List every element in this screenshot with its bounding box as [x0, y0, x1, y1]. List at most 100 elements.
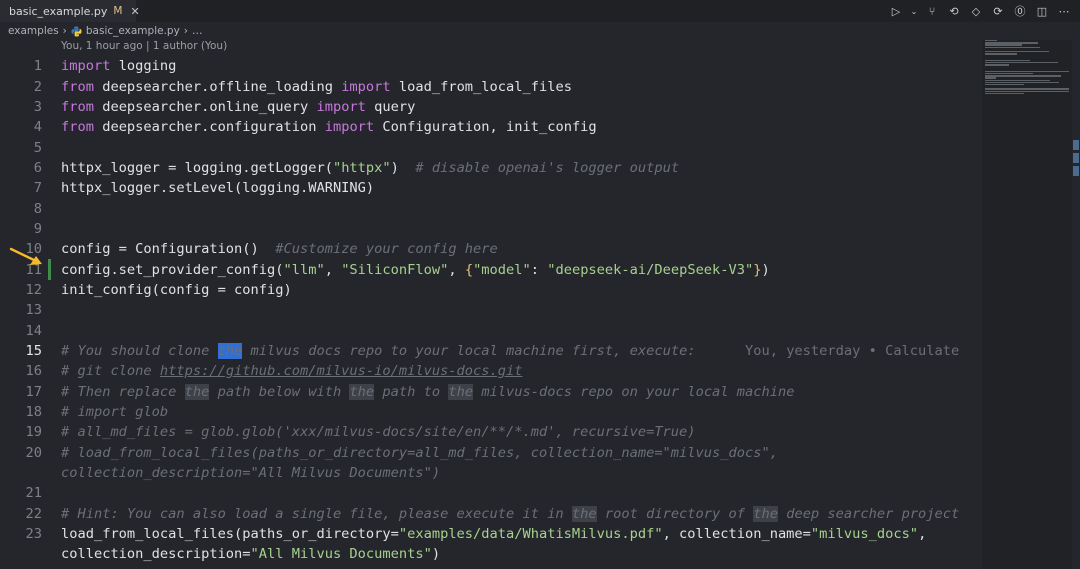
code-token: httpx_logger = logging.getLogger(	[61, 159, 333, 176]
code-token: "milvus_docs"	[810, 526, 919, 543]
minimap-line	[985, 40, 997, 42]
code-line[interactable]: 11 config.set_provider_config("llm", "Sil…	[0, 259, 978, 281]
minimap-line	[985, 81, 1059, 84]
line-number: 20	[25, 444, 42, 461]
minimap-line	[985, 46, 1041, 48]
minimap-line	[985, 77, 997, 79]
open-changes-icon[interactable]: ⟳	[990, 3, 1006, 19]
minimap[interactable]	[982, 40, 1072, 569]
scroll-marker	[1073, 140, 1079, 150]
code-token: init_config(config = config)	[61, 281, 292, 298]
code-token: "examples/data/WhatisMilvus.pdf"	[398, 526, 663, 543]
code-line[interactable]: 20 # load_from_local_files(paths_or_direc…	[0, 443, 978, 463]
code-line[interactable]: 12 init_config(config = config)	[0, 280, 978, 300]
minimap-line	[985, 90, 1069, 92]
code-token: deep searcher project	[777, 505, 960, 522]
split-editor-icon[interactable]: ◫	[1034, 3, 1050, 19]
gutter	[42, 504, 61, 524]
line-number: 3	[33, 98, 42, 115]
code-line[interactable]: 15 # You should clone the milvus docs rep…	[0, 341, 978, 361]
editor-tab-basic-example[interactable]: basic_example.py M ✕	[0, 0, 140, 22]
minimap-line	[985, 51, 1049, 53]
code-line[interactable]: 17 # Then replace the path below with the…	[0, 382, 978, 402]
code-line[interactable]: 6 httpx_logger = logging.getLogger("httpx…	[0, 158, 978, 178]
gutter	[42, 219, 61, 239]
code-token: query	[365, 98, 416, 115]
run-icon[interactable]: ▷	[888, 3, 904, 19]
code-token: import	[324, 119, 375, 136]
breadcrumb-symbols[interactable]: …	[192, 25, 203, 37]
code-token: #Customize your config here	[275, 241, 498, 258]
code-line[interactable]: 2 from deepsearcher.offline_loading impor…	[0, 76, 978, 96]
code-line[interactable]: 4 from deepsearcher.configuration import …	[0, 117, 978, 137]
modified-badge: M	[113, 5, 123, 17]
code-token: "deepseek-ai/DeepSeek-V3"	[547, 261, 754, 278]
line-number: 5	[33, 139, 42, 156]
gutter	[42, 300, 61, 320]
code-line[interactable]: 9	[0, 219, 978, 239]
gutter	[42, 422, 61, 442]
code-line[interactable]: 22 # Hint: You can also load a single fil…	[0, 504, 978, 524]
go-forward-icon[interactable]: ◇	[968, 3, 984, 19]
line-number: 16	[25, 363, 42, 380]
code-token: "llm"	[283, 261, 325, 278]
code-token: the	[753, 505, 778, 522]
minimap-line	[985, 92, 1025, 95]
gutter	[42, 361, 61, 381]
scrollbar-markers[interactable]	[1073, 140, 1079, 179]
minimap-line	[985, 42, 1038, 44]
code-token: )	[431, 546, 441, 563]
code-line[interactable]: 21	[0, 483, 978, 503]
code-line[interactable]: 5	[0, 137, 978, 157]
code-token: # import glob	[61, 404, 169, 421]
scroll-marker	[1073, 153, 1079, 163]
code-token: # disable openai's logger output	[415, 159, 680, 176]
code-line[interactable]: 3 from deepsearcher.online_query import q…	[0, 97, 978, 117]
source-control-icon[interactable]: ⑂	[924, 3, 940, 19]
code-token: # You should clone	[61, 342, 218, 359]
gutter	[42, 178, 61, 198]
code-line[interactable]: 13	[0, 300, 978, 320]
code-editor[interactable]: 1 import logging 2 from deepsearcher.offlin…	[0, 56, 978, 565]
code-token: load_from_local_files(paths_or_directory…	[61, 526, 399, 543]
code-line[interactable]: 7 httpx_logger.setLevel(logging.WARNING)	[0, 178, 978, 198]
code-line[interactable]: 23 load_from_local_files(paths_or_directo…	[0, 524, 978, 544]
code-token: path below with	[209, 383, 350, 400]
more-icon[interactable]: ⋯	[1056, 3, 1072, 19]
code-token: load_from_local_files	[390, 78, 572, 95]
code-line[interactable]: 14	[0, 320, 978, 340]
code-token: httpx_logger.setLevel(logging.WARNING)	[61, 180, 375, 197]
code-token: # git clone	[61, 363, 160, 380]
gutter	[42, 443, 61, 463]
minimap-line	[985, 53, 1018, 55]
code-token: , collection_name=	[662, 526, 811, 543]
breadcrumb-file[interactable]: basic_example.py	[86, 25, 180, 37]
code-line[interactable]: 1 import logging	[0, 56, 978, 76]
line-number: 21	[25, 485, 42, 502]
git-graph-icon[interactable]: ⓪	[1012, 3, 1028, 19]
breadcrumb-folder[interactable]: examples	[8, 25, 59, 37]
code-line[interactable]: 8	[0, 198, 978, 218]
chevron-down-icon[interactable]: ⌄	[910, 3, 918, 19]
code-line[interactable]: collection_description="All Milvus Docum…	[0, 463, 978, 483]
code-token: from	[61, 119, 94, 136]
gutter	[42, 524, 61, 544]
code-line[interactable]: 19 # all_md_files = glob.glob('xxx/milvus…	[0, 422, 978, 442]
code-line[interactable]: 16 # git clone https://github.com/milvus-…	[0, 361, 978, 381]
gutter	[42, 158, 61, 178]
code-token: Configuration, init_config	[374, 119, 597, 136]
code-token: "All Milvus Documents"	[250, 546, 432, 563]
git-blame-codelens[interactable]: You, 1 hour ago | 1 author (You)	[61, 40, 227, 52]
code-token[interactable]: https://github.com/milvus-io/milvus-docs…	[160, 363, 523, 379]
close-icon[interactable]: ✕	[130, 5, 139, 18]
code-line[interactable]: 18 # import glob	[0, 402, 978, 422]
line-number: 2	[33, 78, 42, 95]
code-token: # Hint: You can also load a single file,…	[61, 505, 572, 522]
code-token: the	[571, 505, 597, 522]
gutter	[42, 198, 61, 218]
go-back-icon[interactable]: ⟲	[946, 3, 962, 19]
code-line[interactable]: 10 config = Configuration() #Customize yo…	[0, 239, 978, 259]
code-token: config.set_provider_config(	[61, 261, 284, 278]
code-line[interactable]: collection_description="All Milvus Docum…	[0, 544, 978, 564]
minimap-line	[985, 79, 1051, 81]
